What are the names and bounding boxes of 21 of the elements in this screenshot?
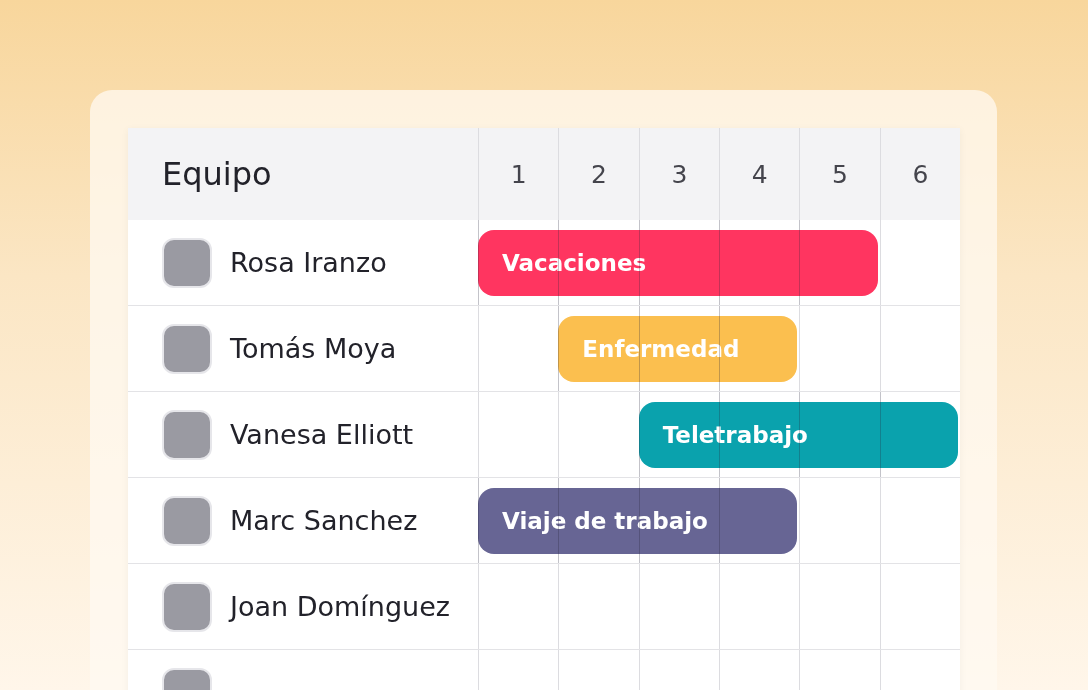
- avatar-placeholder: [162, 323, 212, 374]
- event-bar: Teletrabajo: [638, 401, 958, 468]
- person-name: Marc Sanchez: [230, 505, 418, 536]
- day-header: 4: [751, 159, 768, 189]
- avatar-placeholder: [162, 409, 212, 460]
- day-header: 1: [510, 159, 527, 189]
- day-header: 5: [832, 159, 848, 189]
- column-header: Equipo: [162, 155, 272, 193]
- person-name: Rosa Iranzo: [230, 247, 387, 278]
- avatar-placeholder: [162, 581, 212, 632]
- day-header: 3: [671, 159, 688, 189]
- avatar-placeholder: [162, 495, 212, 546]
- person-name: Tomás Moya: [230, 333, 397, 364]
- person-name: Vanesa Elliott: [230, 419, 414, 450]
- event-bar: Vacaciones: [478, 229, 878, 296]
- avatar-placeholder: [162, 237, 212, 288]
- person-name: Joan Domínguez: [230, 591, 450, 622]
- day-header: 2: [591, 159, 607, 189]
- event-bar: Viaje de trabajo: [478, 487, 798, 554]
- event-bar: Enfermedad: [558, 315, 798, 382]
- day-header: 6: [912, 159, 929, 189]
